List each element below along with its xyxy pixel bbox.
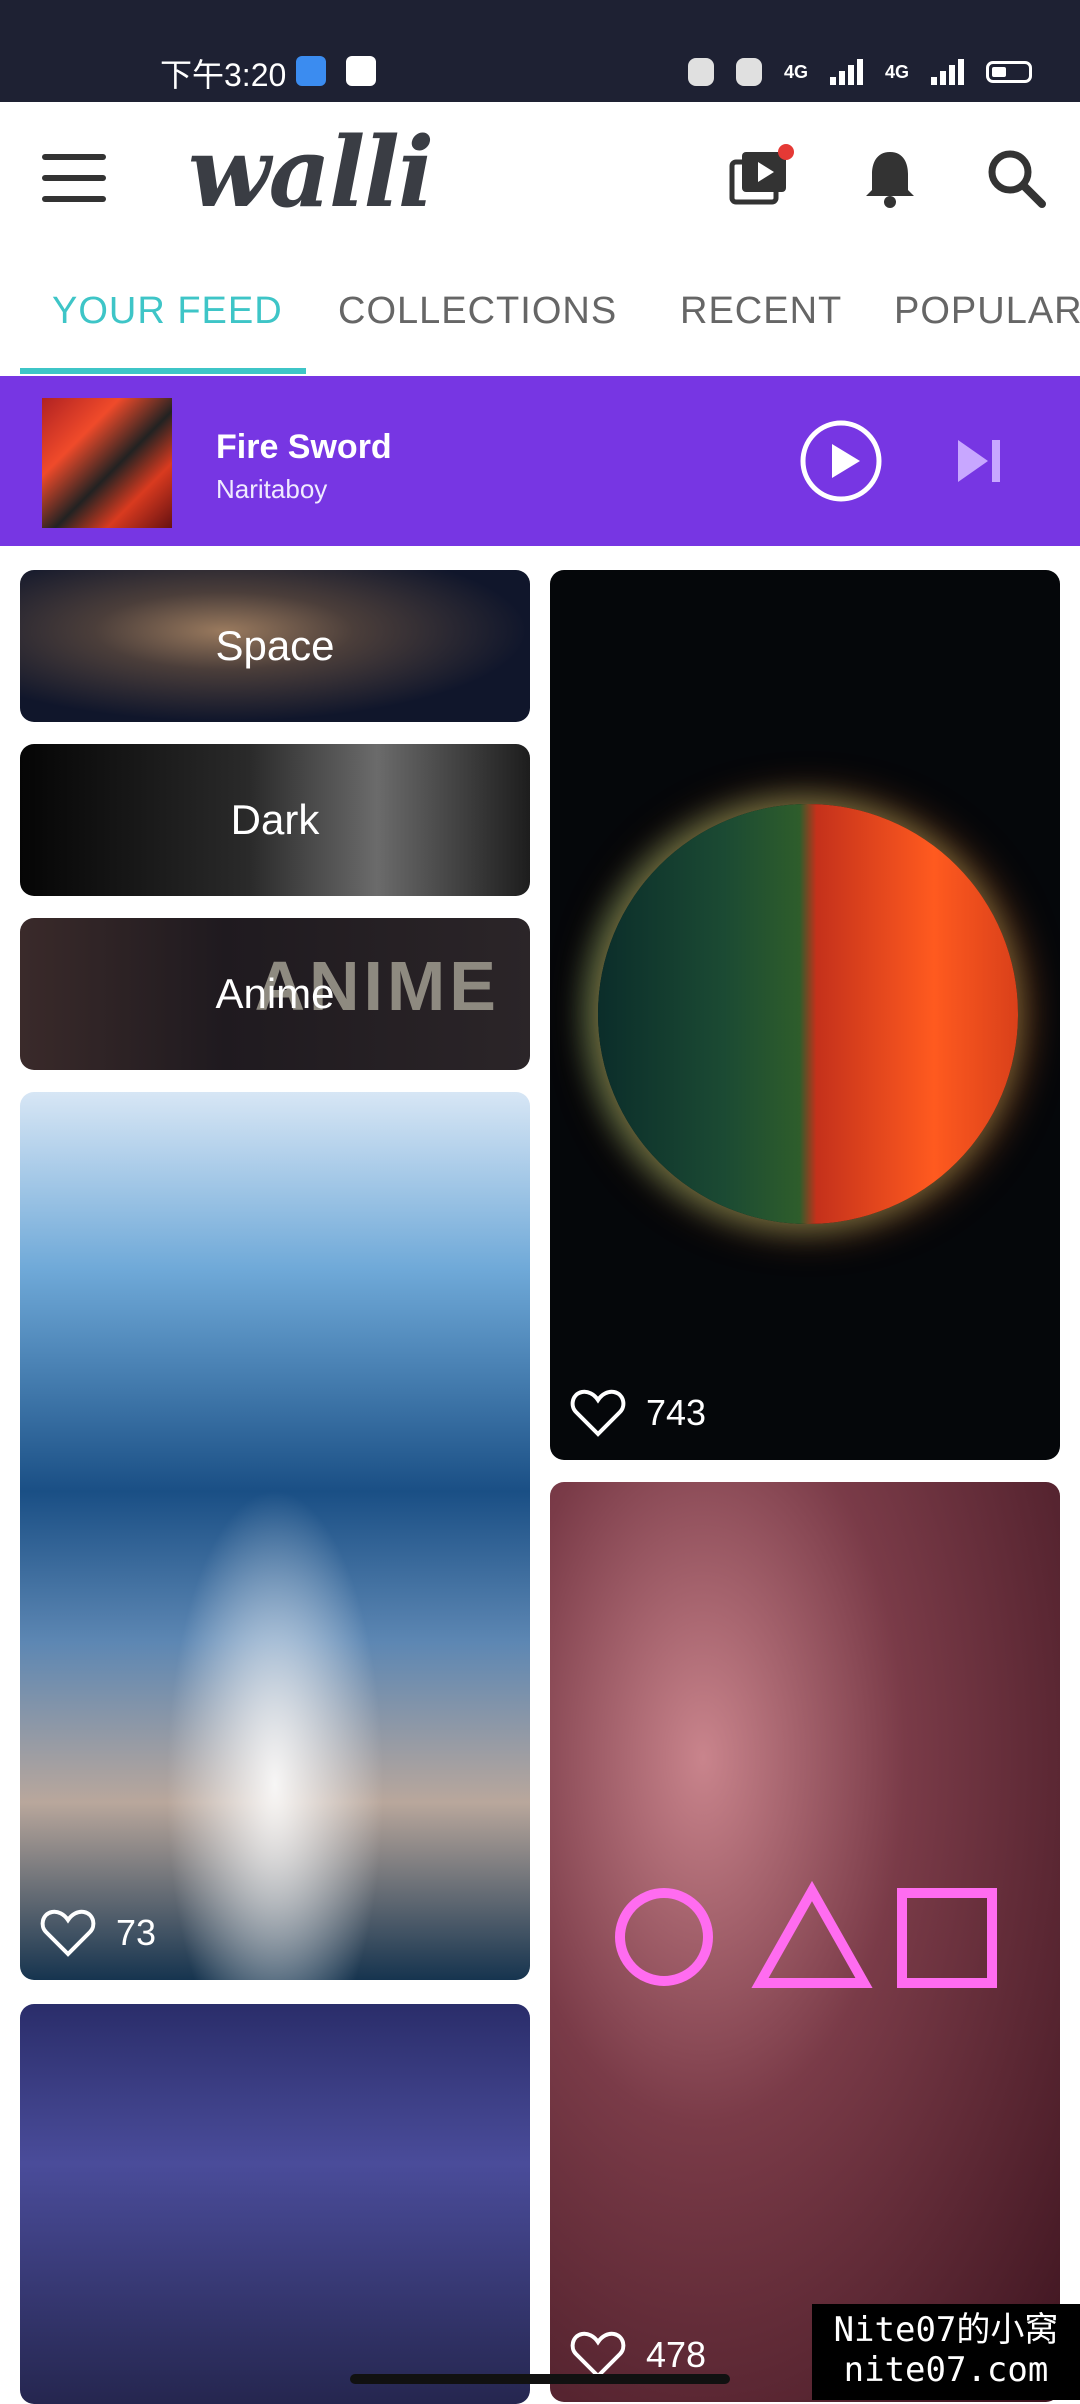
track-title: Fire Sword [216,428,392,466]
wallpaper-card[interactable]: 478 [550,1482,1060,2402]
tab-bar: YOUR FEED COLLECTIONS RECENT POPULAR [0,272,1080,377]
category-card-anime[interactable]: ANIME Anime [20,918,530,1070]
heart-icon [570,1389,626,1437]
notifications-bell-icon[interactable] [854,142,926,214]
wallpaper-card[interactable] [20,2004,530,2404]
network-type-2: 4G [884,61,909,82]
category-card-dark[interactable]: Dark [20,744,530,896]
skip-next-button[interactable] [954,436,1004,486]
play-button[interactable] [798,418,884,504]
tab-collections[interactable]: COLLECTIONS [338,290,617,333]
signal-icon [931,59,964,85]
like-count[interactable]: 478 [570,2330,706,2380]
tab-recent[interactable]: RECENT [680,290,842,333]
album-cover [42,398,172,528]
watermark-line-1: Nite07的小窝 [833,2310,1059,2350]
watermark: Nite07的小窝 nite07.com [812,2304,1080,2400]
search-icon[interactable] [980,142,1052,214]
category-label: Space [215,622,335,669]
neon-shapes-artwork [615,1880,997,1988]
now-playing-bar[interactable]: Fire Sword Naritaboy [0,376,1080,546]
tab-popular[interactable]: POPULAR [894,290,1080,333]
watermark-line-2: nite07.com [843,2350,1049,2390]
heart-icon [570,2331,626,2379]
network-type-1: 4G [783,61,808,82]
planet-artwork [598,804,1018,1224]
wallpaper-card[interactable]: 743 [550,570,1060,1460]
track-artist: Naritaboy [216,474,328,504]
status-icons: 4G 4G [687,56,1032,88]
category-label: Dark [230,796,320,843]
app-logo: walli [188,116,434,229]
battery-icon [986,61,1032,83]
category-card-space[interactable]: Space [20,570,530,722]
video-wallpapers-icon[interactable] [726,142,798,214]
active-tab-indicator [20,368,306,374]
menu-icon[interactable] [42,154,106,202]
heart-icon [40,1909,96,1957]
wallpaper-card[interactable]: 73 [20,1092,530,1980]
skip-next-icon [958,440,1000,482]
status-time: 下午3:20 [160,57,287,93]
gesture-bar[interactable] [350,2374,730,2384]
like-count[interactable]: 73 [40,1908,156,1958]
status-bar: 下午3:20 4G 4G [0,0,1080,102]
like-count[interactable]: 743 [570,1388,706,1438]
vibrate-icon [687,58,714,86]
app-notification-icon [346,56,376,86]
app-bar: walli [0,102,1080,272]
app-notification-icon [296,56,326,86]
signal-icon [829,59,863,85]
like-count-value: 478 [646,2334,707,2375]
play-icon [800,420,882,502]
tab-your-feed[interactable]: YOUR FEED [52,290,283,333]
like-count-value: 743 [646,1392,707,1433]
category-label: Anime [215,970,335,1017]
link-icon [735,58,762,86]
like-count-value: 73 [116,1912,157,1953]
